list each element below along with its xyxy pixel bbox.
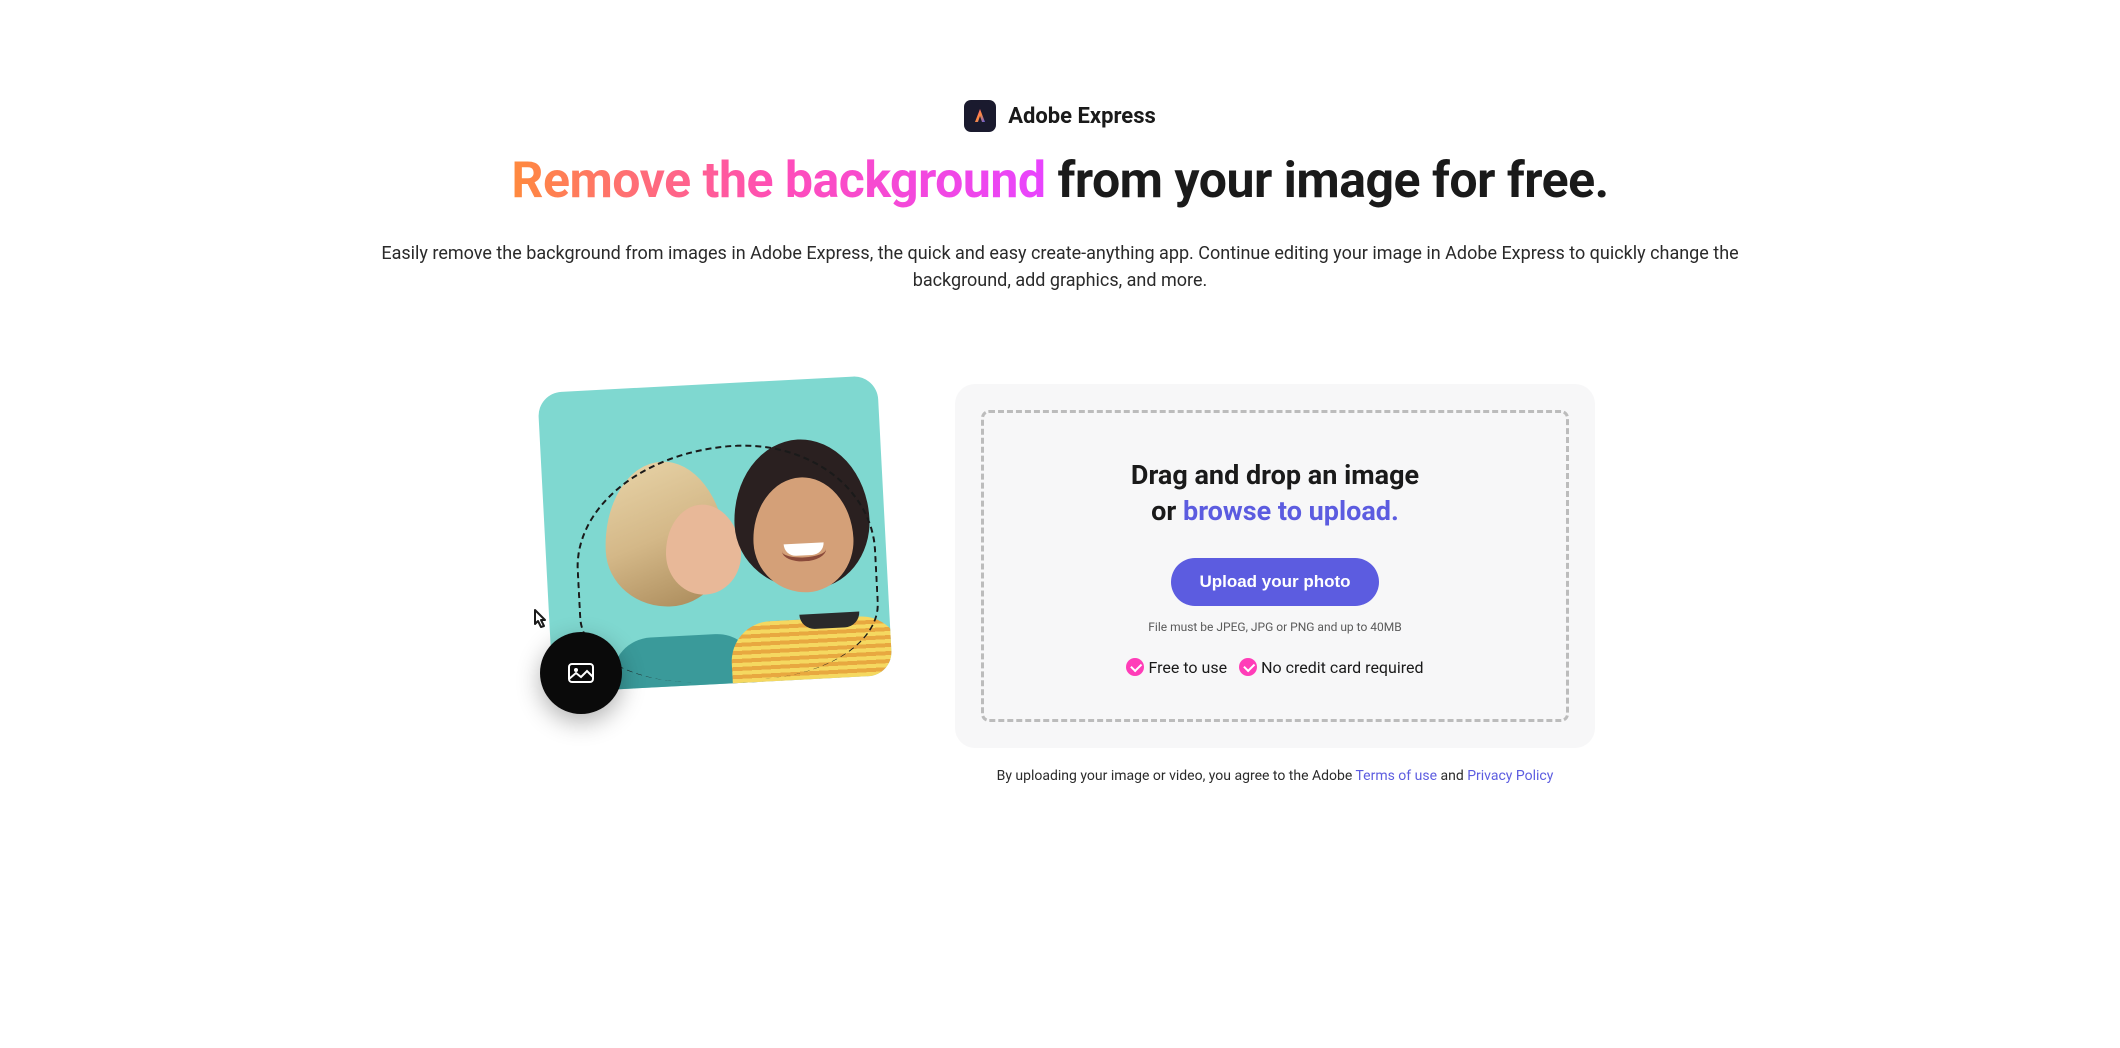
hero-title: Remove the background from your image fo… [260, 152, 1860, 210]
main-row: Drag and drop an image or browse to uplo… [260, 384, 1860, 784]
upload-photo-button[interactable]: Upload your photo [1171, 558, 1378, 606]
hero-title-rest: from your image for free. [1046, 152, 1609, 210]
brand-row: Adobe Express [260, 100, 1860, 132]
check-icon [1126, 658, 1144, 676]
badge-free-text: Free to use [1148, 658, 1227, 677]
drop-or: or [1151, 495, 1183, 527]
image-icon [565, 657, 597, 689]
hero-title-gradient: Remove the background [511, 152, 1045, 210]
badge-free: Free to use [1126, 658, 1227, 677]
upload-column: Drag and drop an image or browse to uplo… [955, 384, 1595, 784]
terms-of-use-link[interactable]: Terms of use [1355, 768, 1437, 784]
drop-heading: Drag and drop an image or browse to uplo… [1014, 457, 1536, 530]
file-requirements: File must be JPEG, JPG or PNG and up to … [1014, 620, 1536, 634]
upload-panel[interactable]: Drag and drop an image or browse to uplo… [955, 384, 1595, 748]
image-action-button[interactable] [540, 632, 622, 714]
brand-name: Adobe Express [1008, 104, 1156, 129]
legal-prefix: By uploading your image or video, you ag… [997, 768, 1356, 784]
legal-and: and [1437, 768, 1467, 784]
browse-link[interactable]: browse to upload. [1183, 495, 1399, 527]
drop-zone[interactable]: Drag and drop an image or browse to uplo… [981, 410, 1569, 722]
check-icon [1239, 658, 1257, 676]
drop-line1: Drag and drop an image [1131, 459, 1419, 491]
badge-no-card: No credit card required [1239, 658, 1423, 677]
badges-row: Free to use No credit card required [1014, 658, 1536, 677]
privacy-policy-link[interactable]: Privacy Policy [1467, 768, 1553, 784]
cursor-pointer-icon [525, 606, 553, 634]
adobe-express-logo-icon [964, 100, 996, 132]
preview-image-wrapper [525, 384, 895, 714]
legal-text: By uploading your image or video, you ag… [955, 768, 1595, 784]
hero-subtitle: Easily remove the background from images… [360, 240, 1760, 294]
badge-no-card-text: No credit card required [1261, 658, 1423, 677]
